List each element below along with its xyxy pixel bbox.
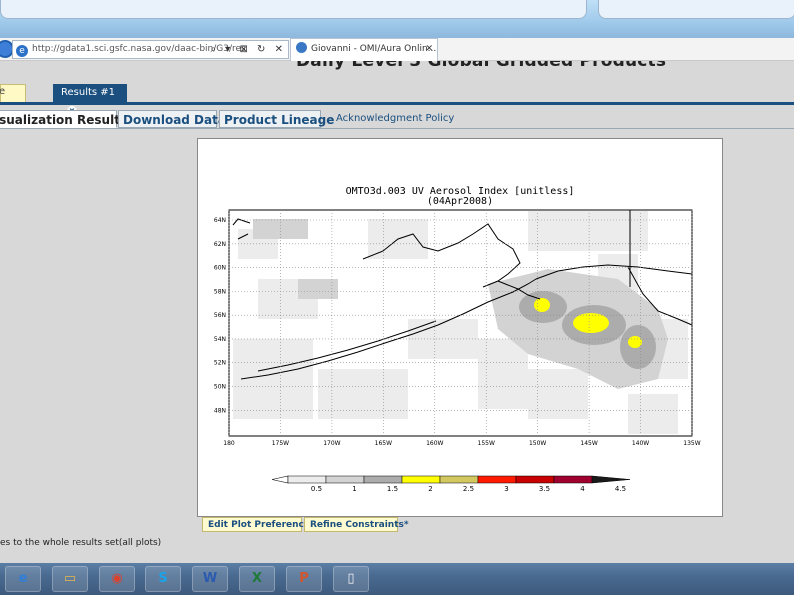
latitude-label: 52N xyxy=(214,360,226,367)
latitude-label: 64N xyxy=(214,217,226,224)
document-icon[interactable]: ▯ xyxy=(333,566,369,592)
colorbar-swatch xyxy=(287,475,327,484)
colorbar-label: 3.5 xyxy=(539,485,550,493)
page-content: Daily Level 3 Global Gridded Products e … xyxy=(0,61,794,563)
colorbar-swatch xyxy=(553,475,593,484)
colorbar-label: 1.5 xyxy=(387,485,398,493)
plot-date: (04Apr2008) xyxy=(427,196,493,207)
excel-icon[interactable]: X xyxy=(239,566,275,592)
footnote-text: es to the whole results set(all plots) xyxy=(0,538,162,548)
window-frame-left xyxy=(0,0,587,19)
address-bar[interactable]: e http://gdata1.sci.gsfc.nasa.gov/daac-bi… xyxy=(12,40,289,59)
skype-icon[interactable]: S xyxy=(145,566,181,592)
latitude-label: 56N xyxy=(214,312,226,319)
results-tab-bar: e Results #1x xyxy=(0,84,794,116)
longitude-label: 155W xyxy=(478,440,495,447)
longitude-label: 135W xyxy=(683,440,700,447)
longitude-label: 140W xyxy=(632,440,649,447)
plot-frame: OMTO3d.003 UV Aerosol Index [unitless] (… xyxy=(197,138,723,517)
chrome-icon[interactable]: ◉ xyxy=(99,566,135,592)
colorbar-label: 4.5 xyxy=(615,485,626,493)
latitude-label: 50N xyxy=(214,384,226,391)
map-area: 64N62N60N58N56N54N52N50N48N 180 175W 170W 1… xyxy=(214,209,701,447)
ie-page-icon: e xyxy=(16,45,28,57)
latitude-label: 62N xyxy=(214,241,226,248)
results-tab-label: Results #1 xyxy=(61,87,116,98)
latitude-labels: 64N 62N 60N 58N 56N 54N 52N 50N 48N xyxy=(214,217,226,414)
edit-plot-preferences-button[interactable]: Edit Plot Preferences xyxy=(202,517,315,532)
latitude-label: 60N xyxy=(214,265,226,272)
aerosol-map-plot: OMTO3d.003 UV Aerosol Index [unitless] (… xyxy=(214,186,701,493)
colorbar: 0.5 1 1.5 2 2.5 3 3.5 4 4.5 xyxy=(271,475,631,493)
tab-favicon-icon xyxy=(296,42,307,53)
latitude-label: 48N xyxy=(214,407,226,414)
browser-tab[interactable]: Giovanni - OMI/Aura Onlin... ✕ xyxy=(290,38,438,61)
longitude-label: 150W xyxy=(529,440,546,447)
browser-window-frame xyxy=(0,0,794,38)
colorbar-min-arrow xyxy=(271,475,289,484)
longitude-label: 165W xyxy=(375,440,392,447)
window-frame-right xyxy=(598,0,794,19)
address-row: e http://gdata1.sci.gsfc.nasa.gov/daac-bi… xyxy=(0,38,794,61)
colorbar-swatch xyxy=(439,475,479,484)
longitude-label: 180 xyxy=(223,440,235,447)
longitude-label: 175W xyxy=(272,440,289,447)
tab-visualization-results[interactable]: isualization Results xyxy=(0,110,127,128)
tab-title: Giovanni - OMI/Aura Onlin... xyxy=(311,44,437,54)
view-tabs: isualization Results Download Data Produ… xyxy=(0,110,794,130)
view-tab-divider xyxy=(0,128,794,129)
colorbar-label: 2 xyxy=(428,485,432,493)
tab-divider xyxy=(0,102,794,105)
powerpoint-icon[interactable]: P xyxy=(286,566,322,592)
colorbar-label: 4 xyxy=(580,485,585,493)
results-tab-previous-label: e xyxy=(0,86,6,97)
address-actions-icon[interactable]: ⌕ ▾ ⊠ ↻ ✕ xyxy=(211,41,286,58)
longitude-label: 145W xyxy=(580,440,597,447)
colorbar-label: 2.5 xyxy=(463,485,474,493)
latitude-label: 54N xyxy=(214,336,226,343)
tab-close-icon[interactable]: ✕ xyxy=(425,39,433,60)
longitude-labels: 180 175W 170W 165W 160W 155W 150W 145W 140W 135W xyxy=(223,440,700,447)
longitude-label: 160W xyxy=(426,440,443,447)
longitude-label: 170W xyxy=(323,440,340,447)
colorbar-swatch xyxy=(401,475,441,484)
colorbar-swatch xyxy=(515,475,555,484)
colorbar-label: 0.5 xyxy=(311,485,322,493)
colorbar-max-arrow xyxy=(591,475,631,484)
word-icon[interactable]: W xyxy=(192,566,228,592)
colorbar-swatch xyxy=(325,475,365,484)
taskbar: e ▭ ◉ S W X P ▯ xyxy=(0,563,794,595)
latitude-label: 58N xyxy=(214,288,226,295)
results-tab-1[interactable]: Results #1x xyxy=(53,84,127,116)
tab-product-lineage[interactable]: Product Lineage xyxy=(219,110,334,128)
results-tab-previous[interactable]: e xyxy=(0,84,26,104)
colorbar-swatch xyxy=(477,475,517,484)
ie-icon[interactable]: e xyxy=(5,566,41,592)
colorbar-label: 3 xyxy=(504,485,508,493)
refine-constraints-button[interactable]: Refine Constraints* xyxy=(304,517,409,532)
colorbar-swatch xyxy=(363,475,403,484)
folder-icon[interactable]: ▭ xyxy=(52,566,88,592)
acknowledgment-policy-link[interactable]: Acknowledgment Policy xyxy=(336,113,454,124)
tab-download-data[interactable]: Download Data xyxy=(118,110,226,128)
colorbar-label: 1 xyxy=(352,485,356,493)
